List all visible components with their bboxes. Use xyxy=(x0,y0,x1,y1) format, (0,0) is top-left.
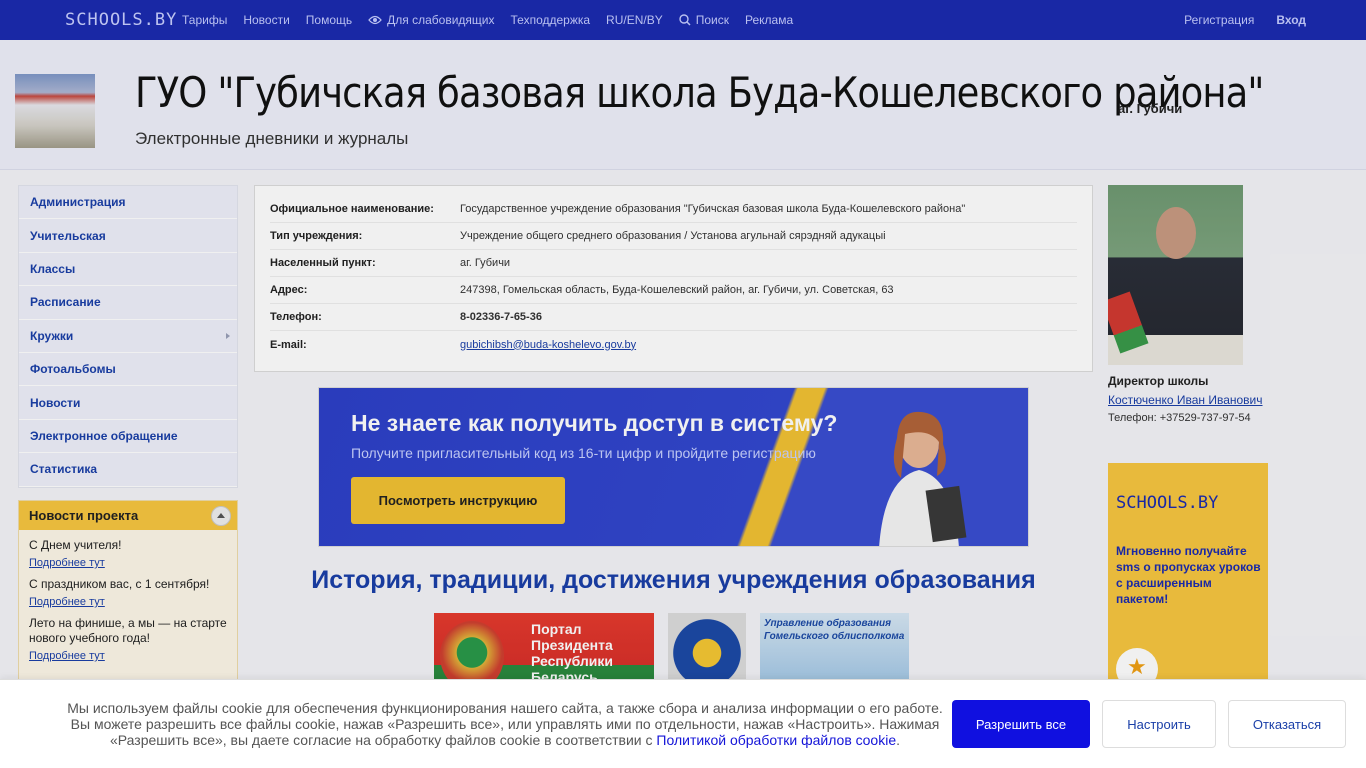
news-more-link[interactable]: Подробнее тут xyxy=(29,557,227,569)
chevron-right-icon xyxy=(226,332,230,339)
sidebar-item-label: Фотоальбомы xyxy=(30,362,116,377)
school-header: ГУО "Губичская базовая школа Буда-Кошеле… xyxy=(0,40,1366,170)
woman-illustration xyxy=(879,411,967,546)
eye-icon xyxy=(368,15,383,25)
cookie-policy-link[interactable]: Политикой обработки файлов cookie xyxy=(656,732,896,748)
nav-help[interactable]: Помощь xyxy=(306,13,352,27)
nav-support[interactable]: Техподдержка xyxy=(511,13,591,27)
nav-accessibility[interactable]: Для слабовидящих xyxy=(368,13,495,27)
sidebar-item-label: Статистика xyxy=(30,462,98,477)
info-label: E-mail: xyxy=(270,338,307,351)
sms-ad-banner[interactable]: SCHOOLS.BY Мгновенно получайте sms о про… xyxy=(1108,463,1268,693)
news-item: Лето на финише, а мы — на старте нового … xyxy=(19,608,237,662)
cookie-consent-bar: Мы используем файлы cookie для обеспечен… xyxy=(0,679,1366,768)
history-heading: История, традиции, достижения учреждения… xyxy=(311,566,1036,594)
portal-logo-text: Портал Президента Республики Беларусь xyxy=(531,621,614,685)
auth-links: Регистрация Вход xyxy=(1184,0,1306,40)
education-logo-text: Управление образования Гомельского облис… xyxy=(764,618,905,642)
info-label: Адрес: xyxy=(270,284,308,296)
sidebar-item-schedule[interactable]: Расписание xyxy=(19,286,237,320)
nav-search[interactable]: Поиск xyxy=(679,13,729,27)
decline-button[interactable]: Отказаться xyxy=(1228,700,1346,748)
school-info-table: Официальное наименование: Государственное… xyxy=(254,185,1093,372)
banner-heading: Не знаете как получить доступ в систему? xyxy=(351,410,838,436)
info-value: 8-02336-7-65-36 xyxy=(460,311,542,323)
sidebar-item-administration[interactable]: Администрация xyxy=(19,186,237,220)
director-photo xyxy=(1108,185,1243,365)
director-title: Директор школы xyxy=(1108,374,1209,388)
sidebar-item-news[interactable]: Новости xyxy=(19,386,237,420)
sidebar-item-photo-albums[interactable]: Фотоальбомы xyxy=(19,353,237,387)
email-link[interactable]: gubichibsh@buda-koshelevo.gov.by xyxy=(460,339,636,351)
info-row-phone: Телефон: 8-02336-7-65-36 xyxy=(270,304,1077,331)
info-value: Государственное учреждение образования "… xyxy=(460,203,966,215)
info-row-email: E-mail: gubichibsh@buda-koshelevo.gov.by xyxy=(270,331,1077,358)
sidebar-item-label: Новости xyxy=(30,395,81,410)
sidebar-item-label: Расписание xyxy=(30,295,101,310)
info-value: 247398, Гомельская область, Буда-Кошелев… xyxy=(460,284,894,296)
info-row-address: Адрес: 247398, Гомельская область, Буда-К… xyxy=(270,277,1077,304)
school-photo xyxy=(15,74,95,148)
sidebar-item-clubs[interactable]: Кружки xyxy=(19,320,237,353)
nav-language[interactable]: RU/EN/BY xyxy=(606,13,663,27)
sidebar-item-label: Учительская xyxy=(30,228,106,243)
sidebar-menu: Администрация Учительская Классы Расписа… xyxy=(18,185,238,488)
info-row-type: Тип учреждения: Учреждение общего среднег… xyxy=(270,223,1077,250)
sidebar-item-statistics[interactable]: Статистика xyxy=(19,453,237,487)
news-item: С праздником вас, с 1 сентября! Подробне… xyxy=(19,569,237,608)
collapse-icon[interactable] xyxy=(211,506,231,526)
school-location: аг. Губичи xyxy=(1118,101,1183,116)
sidebar-item-teachers[interactable]: Учительская xyxy=(19,219,237,253)
view-instruction-button[interactable]: Посмотреть инструкцию xyxy=(351,477,565,524)
sidebar-item-label: Электронное обращение xyxy=(30,428,178,443)
search-icon xyxy=(679,14,691,26)
top-nav: Тарифы Новости Помощь Для слабовидящих Т… xyxy=(182,0,793,40)
registration-banner[interactable]: Не знаете как получить доступ в систему?… xyxy=(318,387,1029,547)
school-title: ГУО "Губичская базовая школа Буда-Кошеле… xyxy=(135,68,1264,117)
info-row-settlement: Населенный пункт: аг. Губичи xyxy=(270,250,1077,277)
director-phone: Телефон: +37529-737-97-54 xyxy=(1108,412,1251,424)
info-value: аг. Губичи xyxy=(460,257,511,269)
site-logo[interactable]: SCHOOLS.BY xyxy=(65,10,177,30)
school-subtitle: Электронные дневники и журналы xyxy=(135,129,409,148)
nav-news[interactable]: Новости xyxy=(243,13,289,27)
nav-advertising[interactable]: Реклама xyxy=(745,13,793,27)
ad-text: Мгновенно получайте sms о пропусках урок… xyxy=(1116,544,1261,606)
nav-search-label: Поиск xyxy=(695,13,729,27)
info-label: Тип учреждения: xyxy=(270,230,363,242)
news-item: С Днем учителя! Подробнее тут xyxy=(19,530,237,569)
sidebar-item-electronic-appeal[interactable]: Электронное обращение xyxy=(19,420,237,454)
banner-subtext: Получите пригласительный код из 16-ти ци… xyxy=(351,445,816,461)
top-navbar: SCHOOLS.BY Тарифы Новости Помощь Для сла… xyxy=(0,0,1366,40)
project-news-box: Новости проекта С Днем учителя! Подробне… xyxy=(18,500,238,690)
info-value: Учреждение общего среднего образования /… xyxy=(460,230,886,242)
ad-brand-logo: SCHOOLS.BY xyxy=(1116,493,1219,513)
info-label: Телефон: xyxy=(270,311,322,323)
info-label: Населенный пункт: xyxy=(270,257,376,269)
info-value: gubichibsh@buda-koshelevo.gov.by xyxy=(460,339,636,351)
login-link[interactable]: Вход xyxy=(1276,13,1306,27)
sidebar-item-label: Администрация xyxy=(30,195,126,210)
sidebar-item-label: Кружки xyxy=(30,328,74,343)
news-item-text: Лето на финише, а мы — на старте нового … xyxy=(29,616,227,645)
news-more-link[interactable]: Подробнее тут xyxy=(29,650,227,662)
news-item-text: С праздником вас, с 1 сентября! xyxy=(29,577,210,591)
sidebar-item-classes[interactable]: Классы xyxy=(19,253,237,287)
nav-accessibility-label: Для слабовидящих xyxy=(387,13,495,27)
configure-button[interactable]: Настроить xyxy=(1102,700,1216,748)
allow-all-button[interactable]: Разрешить все xyxy=(952,700,1090,748)
info-row-official-name: Официальное наименование: Государственное… xyxy=(270,196,1077,223)
director-name-link[interactable]: Костюченко Иван Иванович xyxy=(1108,393,1263,407)
info-label: Официальное наименование: xyxy=(270,203,434,215)
news-item-text: С Днем учителя! xyxy=(29,538,122,552)
nav-tariffs[interactable]: Тарифы xyxy=(182,13,227,27)
cookie-message: Мы используем файлы cookie для обеспечен… xyxy=(67,700,943,748)
director-face xyxy=(1156,207,1196,259)
sidebar-item-label: Классы xyxy=(30,261,76,276)
news-more-link[interactable]: Подробнее тут xyxy=(29,596,227,608)
project-news-header: Новости проекта xyxy=(19,501,237,530)
project-news-title: Новости проекта xyxy=(29,508,139,523)
register-link[interactable]: Регистрация xyxy=(1184,13,1254,27)
